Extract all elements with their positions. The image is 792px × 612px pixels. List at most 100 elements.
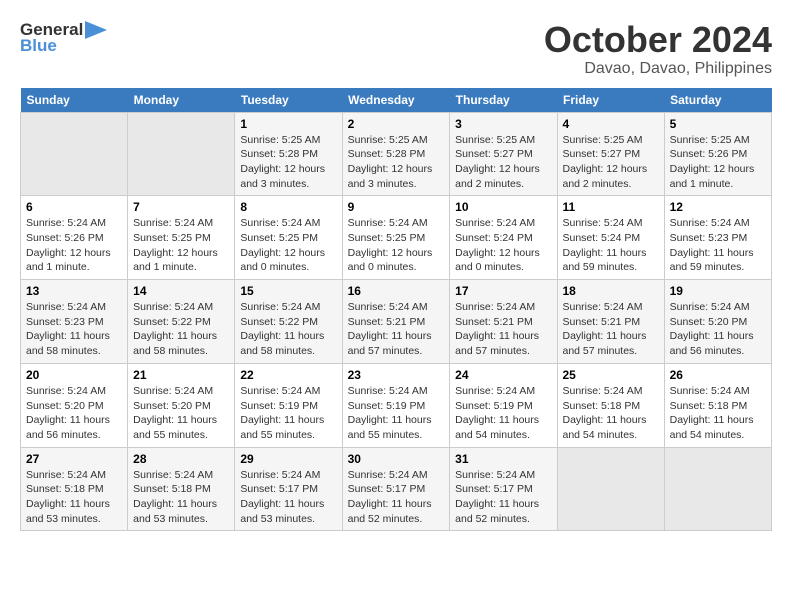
day-number: 20 (26, 368, 122, 382)
day-number: 9 (348, 200, 445, 214)
day-info: Sunrise: 5:24 AM Sunset: 5:18 PM Dayligh… (563, 384, 659, 443)
day-number: 23 (348, 368, 445, 382)
calendar-cell: 2 Sunrise: 5:25 AM Sunset: 5:28 PM Daylig… (342, 112, 450, 196)
calendar-cell: 17Sunrise: 5:24 AM Sunset: 5:21 PM Dayli… (450, 280, 557, 364)
day-number: 28 (133, 452, 229, 466)
day-number: 30 (348, 452, 445, 466)
day-number: 1 (240, 117, 336, 131)
location-title: Davao, Davao, Philippines (544, 60, 772, 78)
calendar-cell (21, 112, 128, 196)
calendar-cell: 9 Sunrise: 5:24 AM Sunset: 5:25 PM Daylig… (342, 196, 450, 280)
calendar-cell: 16 Sunrise: 5:24 AM Sunset: 5:21 PM Dayli… (342, 280, 450, 364)
calendar-cell: 10Sunrise: 5:24 AM Sunset: 5:24 PM Dayli… (450, 196, 557, 280)
day-info: Sunrise: 5:24 AM Sunset: 5:18 PM Dayligh… (26, 468, 122, 527)
day-number: 31 (455, 452, 551, 466)
calendar-cell: 4 Sunrise: 5:25 AM Sunset: 5:27 PM Daylig… (557, 112, 664, 196)
weekday-header: Wednesday (342, 88, 450, 113)
day-info: Sunrise: 5:25 AM Sunset: 5:28 PM Dayligh… (240, 133, 336, 192)
calendar-cell: 25 Sunrise: 5:24 AM Sunset: 5:18 PM Dayli… (557, 363, 664, 447)
weekday-header: Tuesday (235, 88, 342, 113)
day-info: Sunrise: 5:24 AM Sunset: 5:17 PM Dayligh… (348, 468, 445, 527)
calendar-cell: 24Sunrise: 5:24 AM Sunset: 5:19 PM Dayli… (450, 363, 557, 447)
calendar-cell: 23 Sunrise: 5:24 AM Sunset: 5:19 PM Dayli… (342, 363, 450, 447)
calendar-cell: 7 Sunrise: 5:24 AM Sunset: 5:25 PM Daylig… (128, 196, 235, 280)
calendar-cell: 5 Sunrise: 5:25 AM Sunset: 5:26 PM Daylig… (664, 112, 771, 196)
day-number: 16 (348, 284, 445, 298)
day-number: 25 (563, 368, 659, 382)
day-info: Sunrise: 5:24 AM Sunset: 5:24 PM Dayligh… (563, 216, 659, 275)
day-info: Sunrise: 5:24 AM Sunset: 5:25 PM Dayligh… (348, 216, 445, 275)
day-number: 7 (133, 200, 229, 214)
calendar-cell: 20 Sunrise: 5:24 AM Sunset: 5:20 PM Dayli… (21, 363, 128, 447)
day-number: 12 (670, 200, 766, 214)
calendar-cell: 15 Sunrise: 5:24 AM Sunset: 5:22 PM Dayli… (235, 280, 342, 364)
day-info: Sunrise: 5:24 AM Sunset: 5:23 PM Dayligh… (26, 300, 122, 359)
day-number: 21 (133, 368, 229, 382)
logo-text-block: General Blue (20, 20, 107, 56)
calendar-cell: 12Sunrise: 5:24 AM Sunset: 5:23 PM Dayli… (664, 196, 771, 280)
day-info: Sunrise: 5:24 AM Sunset: 5:20 PM Dayligh… (670, 300, 766, 359)
day-info: Sunrise: 5:24 AM Sunset: 5:21 PM Dayligh… (348, 300, 445, 359)
day-info: Sunrise: 5:24 AM Sunset: 5:26 PM Dayligh… (26, 216, 122, 275)
day-info: Sunrise: 5:24 AM Sunset: 5:22 PM Dayligh… (240, 300, 336, 359)
calendar-cell (128, 112, 235, 196)
calendar-cell: 30 Sunrise: 5:24 AM Sunset: 5:17 PM Dayli… (342, 447, 450, 531)
calendar-cell: 22 Sunrise: 5:24 AM Sunset: 5:19 PM Dayli… (235, 363, 342, 447)
day-number: 27 (26, 452, 122, 466)
day-info: Sunrise: 5:25 AM Sunset: 5:27 PM Dayligh… (563, 133, 659, 192)
day-info: Sunrise: 5:24 AM Sunset: 5:17 PM Dayligh… (240, 468, 336, 527)
calendar-week-row: 13 Sunrise: 5:24 AM Sunset: 5:23 PM Dayli… (21, 280, 772, 364)
calendar-cell: 27 Sunrise: 5:24 AM Sunset: 5:18 PM Dayli… (21, 447, 128, 531)
calendar-cell: 8 Sunrise: 5:24 AM Sunset: 5:25 PM Daylig… (235, 196, 342, 280)
logo: General Blue (20, 20, 107, 56)
weekday-header-row: SundayMondayTuesdayWednesdayThursdayFrid… (21, 88, 772, 113)
calendar-cell: 11 Sunrise: 5:24 AM Sunset: 5:24 PM Dayli… (557, 196, 664, 280)
day-number: 15 (240, 284, 336, 298)
calendar-cell: 21 Sunrise: 5:24 AM Sunset: 5:20 PM Dayli… (128, 363, 235, 447)
calendar-cell: 13 Sunrise: 5:24 AM Sunset: 5:23 PM Dayli… (21, 280, 128, 364)
weekday-header: Sunday (21, 88, 128, 113)
day-number: 3 (455, 117, 551, 131)
day-number: 4 (563, 117, 659, 131)
calendar-week-row: 27 Sunrise: 5:24 AM Sunset: 5:18 PM Dayli… (21, 447, 772, 531)
day-info: Sunrise: 5:24 AM Sunset: 5:22 PM Dayligh… (133, 300, 229, 359)
day-info: Sunrise: 5:24 AM Sunset: 5:19 PM Dayligh… (455, 384, 551, 443)
weekday-header: Thursday (450, 88, 557, 113)
day-number: 11 (563, 200, 659, 214)
day-number: 26 (670, 368, 766, 382)
day-info: Sunrise: 5:24 AM Sunset: 5:24 PM Dayligh… (455, 216, 551, 275)
calendar-cell: 26 Sunrise: 5:24 AM Sunset: 5:18 PM Dayli… (664, 363, 771, 447)
day-number: 6 (26, 200, 122, 214)
day-info: Sunrise: 5:24 AM Sunset: 5:18 PM Dayligh… (133, 468, 229, 527)
day-info: Sunrise: 5:24 AM Sunset: 5:21 PM Dayligh… (563, 300, 659, 359)
day-number: 8 (240, 200, 336, 214)
day-number: 2 (348, 117, 445, 131)
day-number: 13 (26, 284, 122, 298)
header: General Blue October 2024 Davao, Davao, … (20, 20, 772, 78)
day-info: Sunrise: 5:25 AM Sunset: 5:28 PM Dayligh… (348, 133, 445, 192)
day-info: Sunrise: 5:24 AM Sunset: 5:20 PM Dayligh… (26, 384, 122, 443)
calendar-cell: 31Sunrise: 5:24 AM Sunset: 5:17 PM Dayli… (450, 447, 557, 531)
day-number: 14 (133, 284, 229, 298)
calendar-cell (557, 447, 664, 531)
calendar-week-row: 20 Sunrise: 5:24 AM Sunset: 5:20 PM Dayli… (21, 363, 772, 447)
day-info: Sunrise: 5:24 AM Sunset: 5:25 PM Dayligh… (240, 216, 336, 275)
weekday-header: Monday (128, 88, 235, 113)
calendar-cell: 1 Sunrise: 5:25 AM Sunset: 5:28 PM Daylig… (235, 112, 342, 196)
day-number: 22 (240, 368, 336, 382)
day-info: Sunrise: 5:24 AM Sunset: 5:19 PM Dayligh… (348, 384, 445, 443)
logo-arrow-icon (85, 21, 107, 39)
title-area: October 2024 Davao, Davao, Philippines (544, 20, 772, 78)
calendar-week-row: 6 Sunrise: 5:24 AM Sunset: 5:26 PM Daylig… (21, 196, 772, 280)
calendar-cell: 28 Sunrise: 5:24 AM Sunset: 5:18 PM Dayli… (128, 447, 235, 531)
day-info: Sunrise: 5:24 AM Sunset: 5:18 PM Dayligh… (670, 384, 766, 443)
day-info: Sunrise: 5:24 AM Sunset: 5:19 PM Dayligh… (240, 384, 336, 443)
weekday-header: Saturday (664, 88, 771, 113)
logo-blue: Blue (20, 36, 57, 56)
calendar-week-row: 1 Sunrise: 5:25 AM Sunset: 5:28 PM Daylig… (21, 112, 772, 196)
day-number: 5 (670, 117, 766, 131)
day-info: Sunrise: 5:24 AM Sunset: 5:25 PM Dayligh… (133, 216, 229, 275)
day-number: 17 (455, 284, 551, 298)
day-info: Sunrise: 5:24 AM Sunset: 5:20 PM Dayligh… (133, 384, 229, 443)
day-info: Sunrise: 5:25 AM Sunset: 5:26 PM Dayligh… (670, 133, 766, 192)
